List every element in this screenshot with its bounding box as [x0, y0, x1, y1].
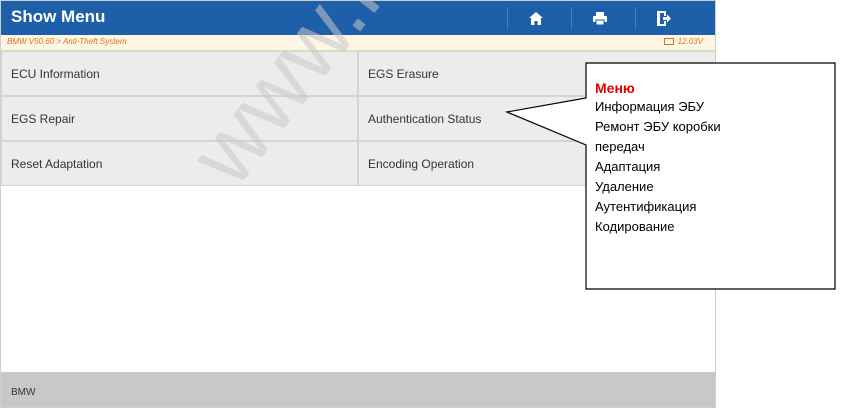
callout-title: Меню — [595, 80, 635, 96]
callout-line: Адаптация — [595, 159, 661, 174]
callout-line: Аутентификация — [595, 199, 697, 214]
callout-text: Меню Информация ЭБУ Ремонт ЭБУ коробки п… — [595, 79, 835, 237]
callout-line: Удаление — [595, 179, 654, 194]
callout-line: Кодирование — [595, 219, 675, 234]
callout-line: Ремонт ЭБУ коробки — [595, 119, 721, 134]
callout-line: передач — [595, 139, 645, 154]
callout-annotation: Меню Информация ЭБУ Ремонт ЭБУ коробки п… — [0, 0, 843, 408]
callout-line: Информация ЭБУ — [595, 99, 705, 114]
